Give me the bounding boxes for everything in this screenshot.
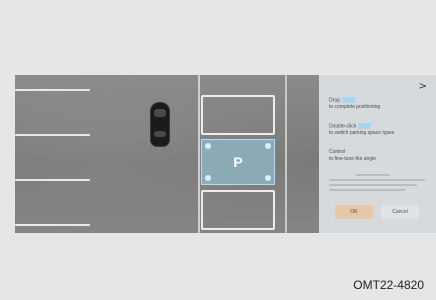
- curb-line: [198, 75, 200, 233]
- drag-handle-icon[interactable]: [265, 175, 271, 181]
- figure-code: OMT22-4820: [353, 278, 424, 292]
- parking-slot-label: P: [233, 154, 243, 170]
- text-line: [329, 189, 406, 191]
- curb-line: [285, 75, 287, 233]
- parking-slot[interactable]: [201, 95, 275, 135]
- hint-control: Control to fine-tune the angle: [329, 149, 376, 163]
- hint-double-click: Double-click to switch parking space typ…: [329, 123, 394, 137]
- lane-marking: [15, 224, 90, 226]
- cancel-button[interactable]: Cancel: [381, 205, 419, 219]
- hint-title: Control: [329, 149, 346, 155]
- gesture-tag-icon: [358, 123, 372, 129]
- text-line: [329, 179, 425, 181]
- text-line: [355, 174, 391, 176]
- hint-desc: to switch parking space types: [329, 130, 395, 137]
- guidance-panel: > Drag to complete positioning Double-cl…: [319, 75, 436, 233]
- lane-marking: [15, 179, 90, 181]
- parking-slot[interactable]: [201, 190, 275, 230]
- ok-button[interactable]: OK: [335, 205, 373, 219]
- parking-lot-view: P: [15, 75, 321, 233]
- collapse-icon[interactable]: >: [419, 81, 427, 92]
- hint-desc: to complete positioning: [329, 104, 381, 111]
- hint-title: Double-click: [329, 123, 357, 130]
- hint-desc: to fine-tune the angle: [329, 156, 376, 162]
- drag-handle-icon[interactable]: [265, 143, 271, 149]
- hint-drag: Drag to complete positioning: [329, 97, 380, 111]
- hint-title: Drag: [329, 97, 340, 104]
- selected-parking-slot[interactable]: P: [201, 139, 275, 185]
- drag-handle-icon[interactable]: [205, 143, 211, 149]
- parking-assist-screen: P > Drag to complete positioning Double-…: [15, 75, 436, 233]
- lane-marking: [15, 89, 90, 91]
- drag-handle-icon[interactable]: [205, 175, 211, 181]
- gesture-tag-icon: [341, 97, 355, 103]
- text-line: [329, 184, 418, 186]
- car-icon: [151, 103, 169, 146]
- info-text-block: [329, 171, 425, 194]
- lane-marking: [15, 134, 90, 136]
